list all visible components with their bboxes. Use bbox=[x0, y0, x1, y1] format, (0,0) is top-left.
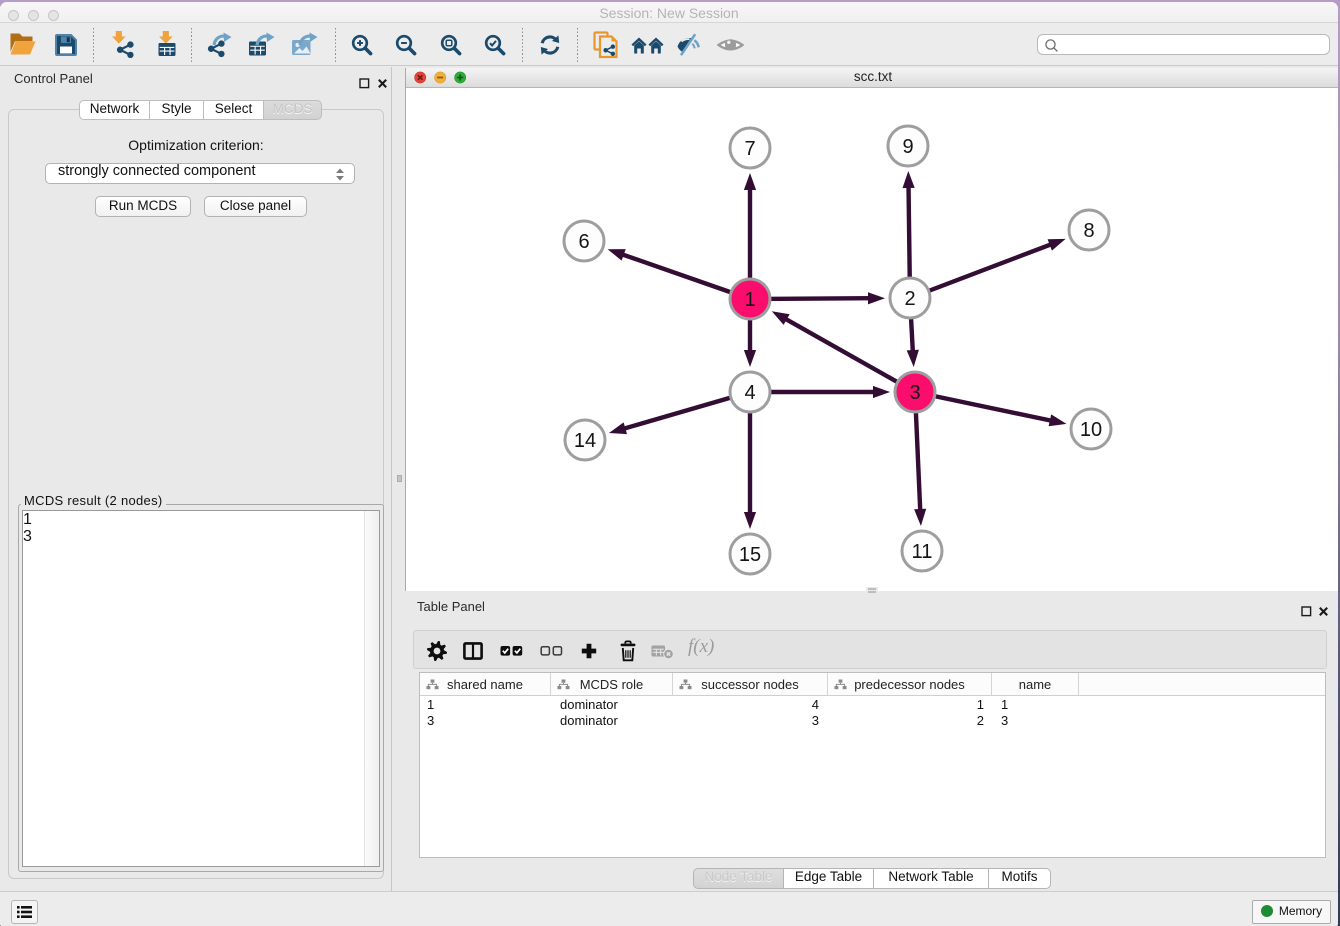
svg-text:9: 9 bbox=[902, 136, 913, 158]
svg-text:4: 4 bbox=[744, 382, 755, 404]
svg-text:2: 2 bbox=[904, 288, 915, 310]
svg-text:3: 3 bbox=[909, 382, 920, 404]
svg-text:1: 1 bbox=[744, 289, 755, 311]
svg-text:11: 11 bbox=[912, 541, 933, 563]
svg-text:14: 14 bbox=[574, 430, 596, 452]
svg-text:10: 10 bbox=[1080, 419, 1102, 441]
svg-text:6: 6 bbox=[578, 231, 589, 253]
svg-text:8: 8 bbox=[1083, 220, 1094, 242]
svg-text:7: 7 bbox=[744, 138, 755, 160]
svg-text:15: 15 bbox=[739, 544, 761, 566]
